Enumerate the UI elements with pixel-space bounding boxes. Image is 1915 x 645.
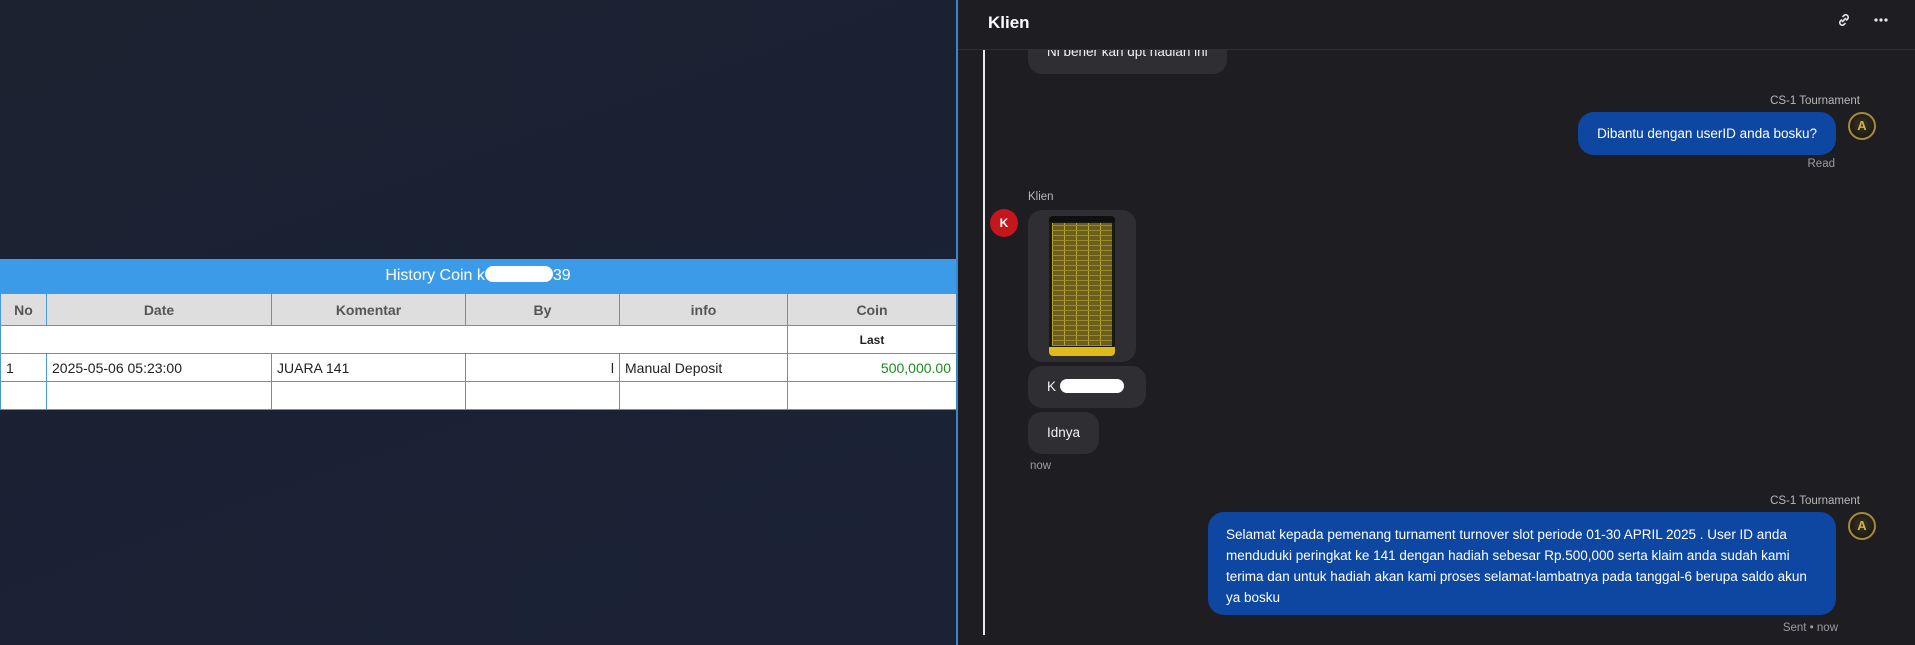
header-row: No Date Komentar By info Coin	[0, 293, 957, 326]
col-info[interactable]: info	[619, 293, 788, 326]
cell-coin: 500,000.00	[787, 353, 957, 382]
cell-komentar: JUARA 141	[271, 353, 466, 382]
col-no[interactable]: No	[0, 293, 47, 326]
sender-name: Klien	[1028, 191, 1054, 203]
message-text: Dibantu dengan userID anda bosku?	[1597, 126, 1817, 141]
cell-no: 1	[0, 353, 47, 382]
clipped-cell	[0, 381, 47, 410]
table-row-clipped	[0, 381, 957, 410]
history-title-suffix: 39	[552, 267, 571, 284]
agent-avatar: A	[1848, 512, 1876, 540]
last-label: Last	[787, 325, 957, 354]
sender-name: CS-1 Tournament	[1770, 495, 1860, 507]
clipped-cell	[465, 381, 620, 410]
thumbnail-bottom-bar	[1049, 347, 1115, 356]
col-coin[interactable]: Coin	[787, 293, 957, 326]
message-bubble-incoming: Idnya	[1028, 412, 1100, 454]
agent-avatar: A	[1848, 112, 1876, 140]
cell-info: Manual Deposit	[619, 353, 788, 382]
redacted-username	[484, 266, 553, 282]
history-title-prefix: History Coin k	[385, 267, 485, 284]
left-panel: History Coin k 39 No Date Komentar By inf…	[0, 0, 957, 645]
message-time: now	[1030, 460, 1052, 472]
message-text: Idnya	[1047, 425, 1081, 440]
message-bubble-outgoing: Selamat kepada pemenang turnament turnov…	[1208, 512, 1836, 615]
last-row-empty	[0, 325, 788, 354]
message-text: Selamat kepada pemenang turnament turnov…	[1226, 527, 1807, 605]
clipped-cell	[271, 381, 466, 410]
more-icon[interactable]	[1870, 12, 1892, 34]
client-avatar: K	[990, 209, 1018, 237]
cell-by: l	[465, 353, 620, 382]
history-title: History Coin k 39	[0, 259, 956, 293]
message-bubble-incoming: K9	[1028, 366, 1146, 436]
read-status: Read	[1807, 158, 1836, 170]
last-row: Last	[0, 325, 957, 354]
image-message[interactable]	[1028, 210, 1136, 362]
thumbnail-status-bar	[1049, 216, 1115, 222]
clipped-cell	[787, 381, 957, 410]
chat-panel: Ni bener kan dpt hadiah ini Klien CS-1 T…	[958, 0, 1915, 645]
col-komentar[interactable]: Komentar	[271, 293, 466, 326]
col-date[interactable]: Date	[46, 293, 272, 326]
table-row[interactable]: 1 2025-05-06 05:23:00 JUARA 141 l Manual…	[0, 353, 957, 382]
redacted-username	[1060, 379, 1125, 393]
screenshot-thumbnail[interactable]	[1049, 216, 1115, 356]
message-bubble-outgoing: Dibantu dengan userID anda bosku?	[1578, 112, 1836, 155]
chat-border-line	[983, 12, 985, 635]
chat-header: Klien	[958, 0, 1915, 50]
sent-status: Sent • now	[1782, 622, 1838, 634]
clipped-cell	[619, 381, 788, 410]
link-icon[interactable]	[1833, 12, 1855, 34]
message-text-prefix: K	[1047, 379, 1057, 394]
col-by[interactable]: By	[465, 293, 620, 326]
history-coin-table: History Coin k 39 No Date Komentar By inf…	[0, 259, 957, 410]
thumbnail-content	[1052, 223, 1112, 346]
history-grid: No Date Komentar By info Coin Last 1 202…	[0, 293, 957, 410]
chat-title: Klien	[988, 13, 1030, 32]
cell-date: 2025-05-06 05:23:00	[46, 353, 272, 382]
sender-name: CS-1 Tournament	[1770, 95, 1860, 107]
clipped-cell	[46, 381, 272, 410]
